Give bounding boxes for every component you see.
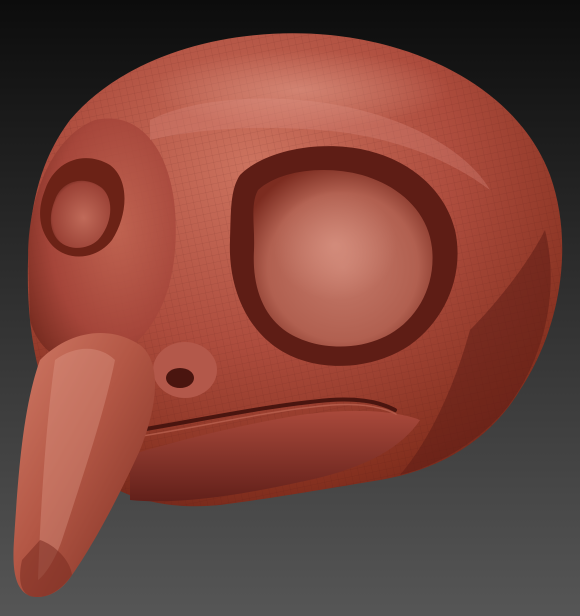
viewport[interactable] xyxy=(0,0,580,616)
sculpt-canvas[interactable] xyxy=(0,0,580,616)
nostril-hole xyxy=(166,368,194,388)
right-eye-highlight xyxy=(273,190,397,300)
crown-highlight xyxy=(150,50,450,130)
